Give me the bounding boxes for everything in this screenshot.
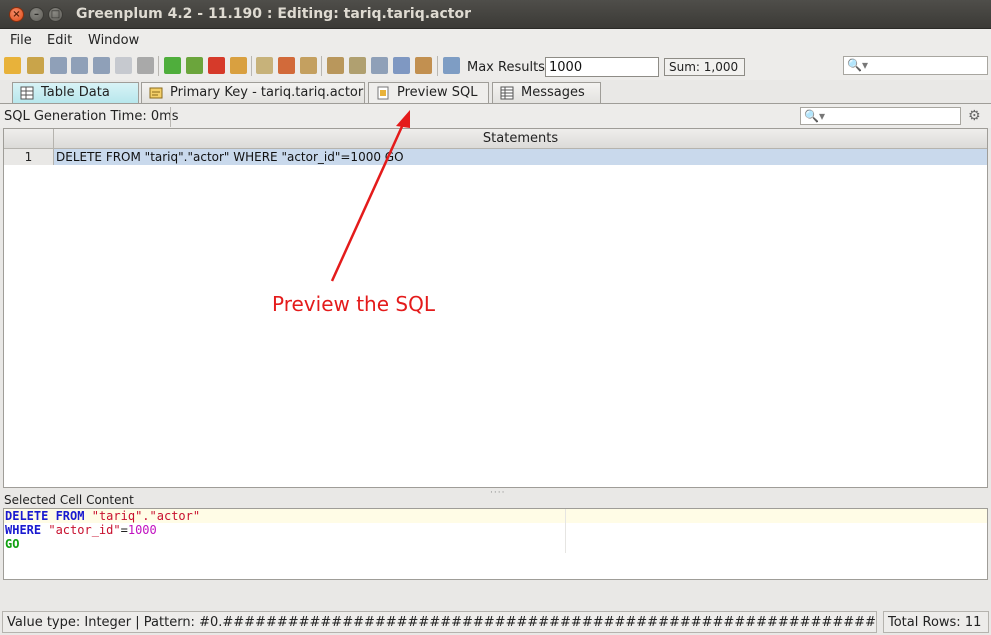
editor-margin-line bbox=[565, 509, 566, 553]
search-icon: 🔍▾ bbox=[847, 58, 868, 72]
sql-number: 1000 bbox=[127, 523, 157, 537]
annotation-text: Preview the SQL bbox=[272, 292, 435, 316]
code-line: DELETE FROM "tariq"."actor" bbox=[4, 509, 987, 523]
menu-file[interactable]: File bbox=[10, 33, 32, 48]
maximize-window-button[interactable]: □ bbox=[48, 7, 63, 22]
toolbar-separator bbox=[437, 56, 438, 76]
tab-messages[interactable]: Messages bbox=[492, 82, 601, 104]
sql-info-bar: SQL Generation Time: 0ms 🔍▾ ⚙ bbox=[0, 104, 991, 128]
sql-identifier: "tariq"."actor" bbox=[91, 509, 201, 523]
code-line: GO bbox=[4, 537, 987, 551]
gear-icon[interactable]: ⚙ bbox=[968, 108, 981, 124]
statement-cell[interactable]: DELETE FROM "tariq"."actor" WHERE "actor… bbox=[56, 149, 404, 165]
menu-window[interactable]: Window bbox=[88, 33, 139, 48]
key-icon bbox=[149, 87, 163, 99]
maximize-icon: □ bbox=[50, 8, 61, 20]
toolbar-separator bbox=[251, 56, 252, 76]
add-row-icon[interactable] bbox=[164, 57, 181, 74]
export-icon[interactable] bbox=[371, 57, 388, 74]
filter-icon[interactable] bbox=[256, 57, 273, 74]
minimize-window-button[interactable]: – bbox=[29, 7, 44, 22]
columns-icon[interactable] bbox=[349, 57, 366, 74]
sql-keyword: DELETE FROM bbox=[5, 509, 85, 523]
row-number[interactable]: 1 bbox=[4, 149, 54, 165]
clear-filter-icon[interactable] bbox=[278, 57, 295, 74]
preferences-icon[interactable] bbox=[443, 57, 460, 74]
row-number-header bbox=[4, 129, 54, 149]
minimize-icon: – bbox=[34, 8, 39, 20]
sql-go: GO bbox=[5, 537, 20, 551]
column-header-statements[interactable]: Statements bbox=[54, 131, 987, 146]
stop-icon[interactable] bbox=[137, 57, 154, 74]
copy-icon[interactable] bbox=[115, 57, 132, 74]
tab-label: Preview SQL bbox=[397, 85, 478, 100]
tab-primary-key[interactable]: Primary Key - tariq.tariq.actor bbox=[141, 82, 365, 104]
code-line: WHERE "actor_id"=1000 bbox=[4, 523, 987, 537]
menu-bar: File Edit Window bbox=[0, 29, 991, 53]
sql-search-input[interactable]: 🔍▾ bbox=[800, 107, 961, 125]
edit-row-icon[interactable] bbox=[230, 57, 247, 74]
table-row[interactable]: 1 DELETE FROM "tariq"."actor" WHERE "act… bbox=[4, 149, 987, 165]
status-value-type: Value type: Integer | Pattern: #0.######… bbox=[2, 611, 877, 633]
sql-document-icon bbox=[377, 86, 389, 100]
next-page-icon[interactable] bbox=[93, 57, 110, 74]
editor-tabs: Table Data Primary Key - tariq.tariq.act… bbox=[0, 80, 991, 104]
menu-edit[interactable]: Edit bbox=[47, 33, 72, 48]
refresh-icon[interactable] bbox=[4, 57, 21, 74]
first-page-icon[interactable] bbox=[50, 57, 67, 74]
toolbar: Max Results: Sum: 1,000 🔍▾ bbox=[0, 53, 991, 80]
sql-operator: = bbox=[120, 523, 128, 537]
status-total-rows: Total Rows: 11 bbox=[883, 611, 989, 633]
sort-icon[interactable] bbox=[300, 57, 317, 74]
tab-label: Primary Key - tariq.tariq.actor bbox=[170, 85, 364, 100]
grid-header: Statements bbox=[4, 129, 987, 149]
window-title: Greenplum 4.2 - 11.190 : Editing: tariq.… bbox=[76, 6, 471, 22]
selected-cell-label: Selected Cell Content bbox=[4, 493, 134, 507]
toolbar-separator bbox=[321, 56, 322, 76]
close-window-button[interactable]: × bbox=[9, 7, 24, 22]
selected-cell-content[interactable]: DELETE FROM "tariq"."actor" WHERE "actor… bbox=[3, 508, 988, 580]
table-icon bbox=[20, 86, 34, 100]
form-view-icon[interactable] bbox=[415, 57, 432, 74]
sql-generation-time: SQL Generation Time: 0ms bbox=[4, 109, 179, 124]
refresh-all-icon[interactable] bbox=[27, 57, 44, 74]
max-results-label: Max Results: bbox=[467, 60, 550, 75]
sql-identifier: "actor_id" bbox=[48, 523, 121, 537]
info-separator bbox=[170, 107, 171, 127]
grid-view-icon[interactable] bbox=[327, 57, 344, 74]
search-icon: 🔍▾ bbox=[804, 109, 825, 123]
title-bar: × – □ Greenplum 4.2 - 11.190 : Editing: … bbox=[0, 0, 991, 29]
tab-preview-sql[interactable]: Preview SQL bbox=[368, 82, 489, 104]
delete-row-icon[interactable] bbox=[208, 57, 225, 74]
sql-keyword: WHERE bbox=[5, 523, 42, 537]
sum-display: Sum: 1,000 bbox=[664, 58, 745, 76]
tab-label: Table Data bbox=[41, 85, 110, 100]
close-icon: × bbox=[12, 8, 21, 20]
tab-table-data[interactable]: Table Data bbox=[12, 82, 139, 104]
panel-splitter[interactable]: ···· bbox=[490, 488, 505, 498]
toolbar-separator bbox=[158, 56, 159, 76]
statements-grid: Statements 1 DELETE FROM "tariq"."actor"… bbox=[3, 128, 988, 488]
calendar-icon[interactable] bbox=[393, 57, 410, 74]
tab-label: Messages bbox=[521, 85, 585, 100]
max-results-input[interactable] bbox=[545, 57, 659, 77]
duplicate-row-icon[interactable] bbox=[186, 57, 203, 74]
prev-page-icon[interactable] bbox=[71, 57, 88, 74]
messages-icon bbox=[500, 86, 514, 100]
toolbar-search-input[interactable]: 🔍▾ bbox=[843, 56, 988, 75]
